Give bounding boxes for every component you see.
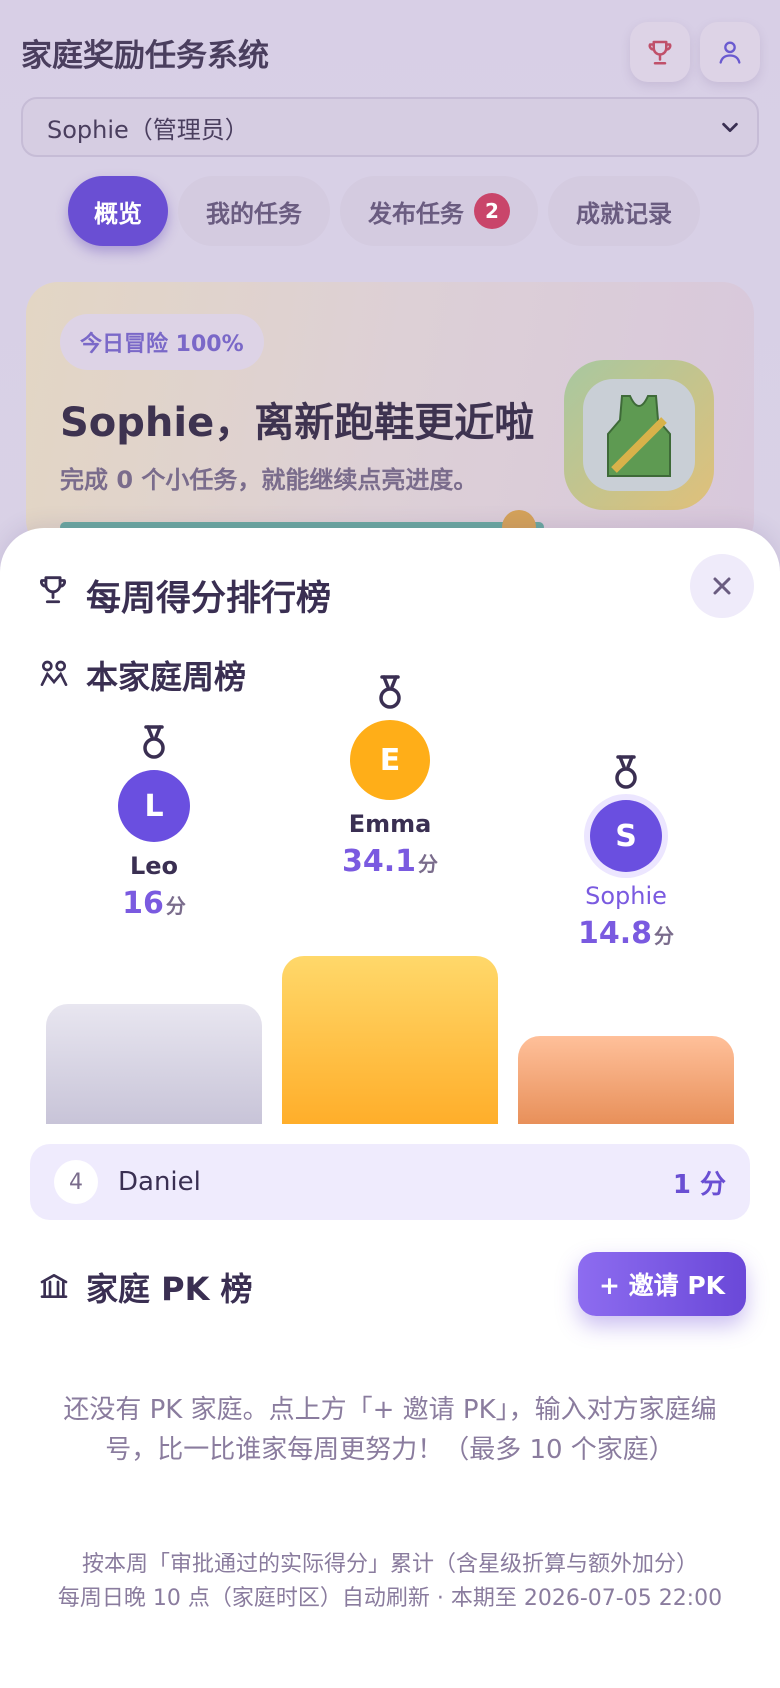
podium-second: L Leo 16 分 xyxy=(46,724,262,921)
podium-name: Leo xyxy=(129,852,179,880)
rank-score: 1 分 xyxy=(672,1169,726,1200)
adventure-pill: 今日冒险 100% xyxy=(60,314,264,370)
tab-achievements[interactable]: 成就记录 xyxy=(548,176,700,246)
notification-badge: 2 xyxy=(474,193,510,229)
rank-row[interactable]: 4 Daniel 1 分 xyxy=(30,1144,750,1220)
family-weekly-title: 本家庭周榜 xyxy=(86,658,247,696)
tab-publish-tasks-label: 发布任务 xyxy=(368,199,464,228)
user-select-value: Sophie（管理员） xyxy=(47,115,249,144)
podium-bar-second xyxy=(46,1004,262,1124)
close-icon xyxy=(713,577,731,595)
trophy-button[interactable] xyxy=(630,22,690,82)
medal-icon xyxy=(379,675,401,709)
tab-overview[interactable]: 概览 xyxy=(68,176,168,246)
footnote-line: 每周日晚 10 点（家庭时区）自动刷新 · 本期至 2026-07-05 22:… xyxy=(57,1586,723,1611)
footnote: 按本周「审批通过的实际得分」累计（含星级折算与额外加分） 每周日晚 10 点（家… xyxy=(30,1548,750,1616)
rank-name: Daniel xyxy=(118,1167,201,1197)
trophy-icon xyxy=(648,40,672,65)
family-icon xyxy=(40,660,68,686)
podium-name: Emma xyxy=(348,810,432,838)
medal-icon xyxy=(615,755,637,789)
score-value: 14.8 xyxy=(577,916,653,951)
podium-third: S Sophie 14.8 分 xyxy=(518,754,734,951)
podium-bar-first xyxy=(282,956,498,1124)
tab-my-tasks-label: 我的任务 xyxy=(206,199,302,228)
app-title: 家庭奖励任务系统 xyxy=(21,38,269,74)
leaderboard-sheet: 每周得分排行榜 本家庭周榜 L Leo 16 分 E Emma 34.1 分 S S… xyxy=(0,528,780,1688)
podium-score: 14.8 分 xyxy=(578,916,674,951)
podium-first: E Emma 34.1 分 xyxy=(282,674,498,879)
pk-empty-message: 还没有 PK 家庭。点上方「+ 邀请 PK」，输入对方家庭编号，比一比谁家每周更… xyxy=(63,1395,717,1465)
rank-number: 4 xyxy=(54,1160,98,1204)
footnote-line: 按本周「审批通过的实际得分」累计（含星级折算与额外加分） xyxy=(81,1552,698,1577)
invite-pk-button[interactable]: + 邀请 PK xyxy=(578,1252,746,1316)
avatar: L xyxy=(118,770,190,842)
main-tabs: 概览 我的任务 发布任务 2 成就记录 xyxy=(68,176,700,246)
avatar: E xyxy=(350,720,430,800)
podium-score: 16 分 xyxy=(122,886,186,921)
close-button[interactable] xyxy=(690,554,754,618)
user-icon xyxy=(719,41,741,64)
hero-card: 今日冒险 100% Sophie，离新跑鞋更近啦 完成 0 个小任务，就能继续点… xyxy=(26,282,754,552)
score-unit: 分 xyxy=(418,852,439,876)
tab-publish-tasks[interactable]: 发布任务 2 xyxy=(340,176,538,246)
score-value: 16 xyxy=(122,886,164,921)
podium-name: Sophie xyxy=(585,882,667,910)
hero-title: Sophie，离新跑鞋更近啦 xyxy=(60,400,535,446)
chevron-down-icon xyxy=(722,122,738,133)
score-unit: 分 xyxy=(654,924,675,948)
jersey-icon xyxy=(607,395,671,477)
pk-section-title: 家庭 PK 榜 xyxy=(86,1270,253,1308)
hero-subtitle: 完成 0 个小任务，就能继续点亮进度。 xyxy=(60,466,478,494)
goal-badge xyxy=(564,360,714,510)
tab-overview-label: 概览 xyxy=(94,199,142,228)
podium-score: 34.1 分 xyxy=(342,844,438,879)
podium-bar-third xyxy=(518,1036,734,1124)
score-value: 34.1 xyxy=(341,844,417,879)
tab-achievements-label: 成就记录 xyxy=(576,199,672,228)
bank-icon xyxy=(40,1274,68,1298)
avatar: S xyxy=(590,800,662,872)
user-select[interactable]: Sophie（管理员） xyxy=(21,97,759,157)
medal-icon xyxy=(143,725,165,759)
tab-my-tasks[interactable]: 我的任务 xyxy=(178,176,330,246)
profile-button[interactable] xyxy=(700,22,760,82)
leaderboard-title: 每周得分排行榜 xyxy=(86,579,332,619)
score-unit: 分 xyxy=(165,894,186,918)
trophy-icon xyxy=(40,576,66,604)
